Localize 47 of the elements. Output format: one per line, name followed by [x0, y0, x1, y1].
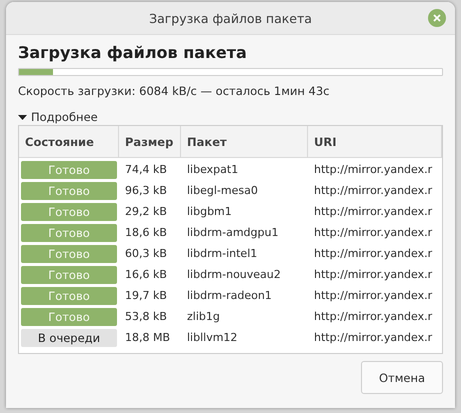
- package-cell-text: libdrm-intel1: [186, 247, 258, 260]
- status-badge: В очереди: [21, 328, 117, 346]
- package-cell-text: zlib1g: [186, 310, 221, 323]
- size-cell-text: 16,6 kB: [124, 268, 168, 281]
- size-cell-text: 19,7 kB: [124, 289, 168, 302]
- heading: Загрузка файлов пакета: [18, 43, 248, 62]
- status-badge: Готово: [21, 266, 117, 284]
- status-badge: Готово: [21, 286, 117, 304]
- expander-icon[interactable]: [18, 114, 27, 120]
- close-icon: [433, 14, 441, 22]
- column-header[interactable]: Состояние: [19, 126, 119, 157]
- status-badge: Готово: [21, 160, 117, 178]
- uri-cell-text: http://mirror.yandex.r: [313, 268, 434, 281]
- package-cell-text: libllvm12: [186, 331, 238, 344]
- status-badge: Готово: [21, 202, 117, 220]
- package-cell-text: libdrm-nouveau2: [186, 268, 282, 281]
- status-badge: Готово: [21, 224, 117, 242]
- size-cell-text: 74,4 kB: [124, 163, 168, 176]
- size-cell-text: 18,6 kB: [124, 226, 168, 239]
- column-header[interactable]: Пакет: [181, 126, 308, 157]
- package-cell-text: libexpat1: [186, 163, 240, 176]
- package-cell-text: libdrm-amdgpu1: [186, 226, 280, 239]
- uri-cell-text: http://mirror.yandex.r: [313, 289, 434, 302]
- uri-cell-text: http://mirror.yandex.r: [313, 310, 434, 323]
- status-badge: Готово: [21, 244, 117, 262]
- status-badge: Готово: [21, 182, 117, 200]
- size-cell-text: 53,8 kB: [124, 310, 168, 323]
- uri-cell-text: http://mirror.yandex.r: [313, 184, 434, 197]
- package-cell-text: libdrm-radeon1: [186, 289, 273, 302]
- details-toggle[interactable]: Подробнее: [31, 110, 98, 124]
- uri-cell-text: http://mirror.yandex.r: [313, 331, 434, 344]
- size-cell-text: 29,2 kB: [124, 205, 168, 218]
- column-header[interactable]: Размер: [119, 126, 181, 157]
- uri-cell-text: http://mirror.yandex.r: [313, 247, 434, 260]
- size-cell-text: 96,3 kB: [124, 184, 168, 197]
- size-cell-text: 18,8 MB: [124, 331, 172, 344]
- column-header[interactable]: URI: [308, 126, 442, 157]
- package-cell-text: libegl-mesa0: [186, 184, 259, 197]
- status-badge: Готово: [21, 308, 117, 326]
- uri-cell-text: http://mirror.yandex.r: [313, 226, 434, 239]
- uri-cell-text: http://mirror.yandex.r: [313, 163, 434, 176]
- speed-text: Скорость загрузки: 6084 kB/c — осталось 1мин 43с: [18, 84, 330, 98]
- package-cell-text: libgbm1: [186, 205, 233, 218]
- size-cell-text: 60,3 kB: [124, 247, 168, 260]
- uri-cell-text: http://mirror.yandex.r: [313, 205, 434, 218]
- window-title: Загрузка файлов пакета: [149, 10, 312, 26]
- cancel-button[interactable]: Отмена: [361, 361, 443, 394]
